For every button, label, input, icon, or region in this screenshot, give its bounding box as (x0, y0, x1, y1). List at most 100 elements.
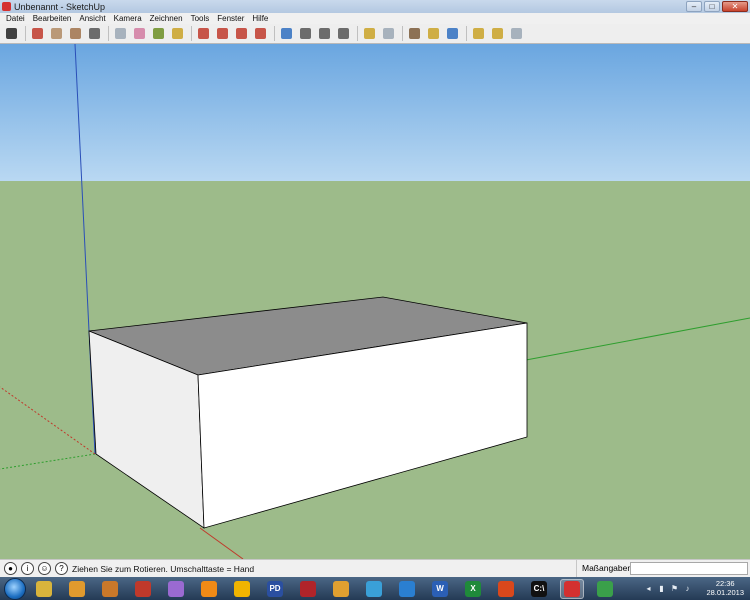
taskbar-app-9[interactable] (296, 579, 320, 599)
system-tray: ◂ ▮ ⚑ ♪ 22:36 28.01.2013 (640, 577, 750, 600)
clock-date: 28.01.2013 (706, 588, 744, 597)
toolbar-separator (402, 26, 403, 41)
previous-view-icon (364, 28, 375, 39)
make-component-tool-button[interactable] (112, 25, 129, 42)
rotate-icon (217, 28, 228, 39)
toolbar-separator (274, 26, 275, 41)
drawing-viewport[interactable] (0, 44, 750, 559)
paint-bucket-tool-button[interactable] (150, 25, 167, 42)
maximize-button[interactable]: □ (704, 1, 720, 12)
zoom-tool-button[interactable] (316, 25, 333, 42)
taskbar-pd[interactable]: PD (263, 579, 287, 599)
app-7-icon (234, 580, 250, 597)
taskbar-cmd[interactable]: C:\ (527, 579, 551, 599)
close-button[interactable]: ✕ (722, 1, 748, 12)
network-icon[interactable]: ▮ (657, 584, 666, 593)
taskbar-vlc[interactable] (197, 579, 221, 599)
line-tool-button[interactable] (29, 25, 46, 42)
pan-tool-button[interactable] (297, 25, 314, 42)
menu-ansicht[interactable]: Ansicht (75, 14, 109, 23)
taskbar-app-18[interactable] (593, 579, 617, 599)
taskbar-media-player[interactable] (164, 579, 188, 599)
word-icon: W (432, 580, 448, 597)
credits-icon[interactable]: i (21, 562, 34, 575)
app-11-icon (366, 580, 382, 597)
windows-taskbar: PD W X C:\ ◂ ▮ ⚑ ♪ 22:36 28.01.2013 (0, 577, 750, 600)
app-18-icon (597, 580, 613, 597)
follow-me-tool-button[interactable] (233, 25, 250, 42)
arc-tool-button[interactable] (86, 25, 103, 42)
next-view-tool-button[interactable] (380, 25, 397, 42)
measurements-label: Maßangaben (576, 560, 632, 577)
user-icon[interactable]: ☺ (38, 562, 51, 575)
next-view-icon (383, 28, 394, 39)
walk-tool-button[interactable] (425, 25, 442, 42)
select-icon (6, 28, 17, 39)
menu-zeichnen[interactable]: Zeichnen (146, 14, 187, 23)
share-model-icon (492, 28, 503, 39)
main-toolbar (0, 24, 750, 44)
taskbar-app-11[interactable] (362, 579, 386, 599)
share-component-tool-button[interactable] (508, 25, 525, 42)
toolbar-separator (466, 26, 467, 41)
orbit-tool-button[interactable] (278, 25, 295, 42)
app-12-icon (399, 580, 415, 597)
taskbar-explorer[interactable] (32, 579, 56, 599)
position-camera-tool-button[interactable] (406, 25, 423, 42)
zoom-extents-icon (338, 28, 349, 39)
previous-view-tool-button[interactable] (361, 25, 378, 42)
make-component-icon (115, 28, 126, 39)
minimize-button[interactable]: – (686, 1, 702, 12)
rectangle-tool-button[interactable] (48, 25, 65, 42)
eraser-icon (134, 28, 145, 39)
menu-hilfe[interactable]: Hilfe (248, 14, 272, 23)
menu-tools[interactable]: Tools (187, 14, 214, 23)
clock[interactable]: 22:36 28.01.2013 (706, 579, 744, 597)
offset-tool-button[interactable] (252, 25, 269, 42)
menu-datei[interactable]: Datei (2, 14, 29, 23)
app-4-icon (135, 580, 151, 597)
scene-canvas[interactable] (0, 44, 750, 559)
menu-bearbeiten[interactable]: Bearbeiten (29, 14, 76, 23)
taskbar-sketchup[interactable] (560, 578, 584, 599)
share-model-tool-button[interactable] (489, 25, 506, 42)
follow-me-icon (236, 28, 247, 39)
taskbar-app-12[interactable] (395, 579, 419, 599)
excel-icon: X (465, 580, 481, 597)
zoom-extents-tool-button[interactable] (335, 25, 352, 42)
circle-tool-button[interactable] (67, 25, 84, 42)
look-around-tool-button[interactable] (444, 25, 461, 42)
rotate-tool-button[interactable] (214, 25, 231, 42)
push-pull-tool-button[interactable] (169, 25, 186, 42)
push-pull-icon (172, 28, 183, 39)
taskbar-app-4[interactable] (131, 579, 155, 599)
paint-bucket-icon (153, 28, 164, 39)
get-models-tool-button[interactable] (470, 25, 487, 42)
help-icon[interactable]: ? (55, 562, 68, 575)
menu-kamera[interactable]: Kamera (110, 14, 146, 23)
taskbar-app-7[interactable] (230, 579, 254, 599)
start-button[interactable] (4, 577, 26, 600)
app-15-icon (498, 580, 514, 597)
taskbar-firefox-old[interactable] (65, 579, 89, 599)
menu-fenster[interactable]: Fenster (213, 14, 248, 23)
taskbar-app-10[interactable] (329, 579, 353, 599)
sketchup-logo-icon (2, 2, 11, 11)
show-hidden-icons-icon[interactable]: ◂ (644, 584, 653, 593)
volume-icon[interactable]: ♪ (683, 584, 692, 593)
app-9-icon (300, 580, 316, 597)
status-message: Ziehen Sie zum Rotieren. Umschalttaste =… (72, 563, 255, 574)
eraser-tool-button[interactable] (131, 25, 148, 42)
taskbar-app-15[interactable] (494, 579, 518, 599)
toolbar-separator (108, 26, 109, 41)
move-tool-button[interactable] (195, 25, 212, 42)
clock-time: 22:36 (715, 579, 735, 588)
vlc-icon (201, 580, 217, 597)
taskbar-app-3[interactable] (98, 579, 122, 599)
measurements-input[interactable] (630, 562, 748, 575)
taskbar-excel[interactable]: X (461, 579, 485, 599)
flag-icon[interactable]: ⚑ (670, 584, 679, 593)
select-tool-button[interactable] (3, 25, 20, 42)
taskbar-word[interactable]: W (428, 579, 452, 599)
geo-location-icon[interactable]: ● (4, 562, 17, 575)
